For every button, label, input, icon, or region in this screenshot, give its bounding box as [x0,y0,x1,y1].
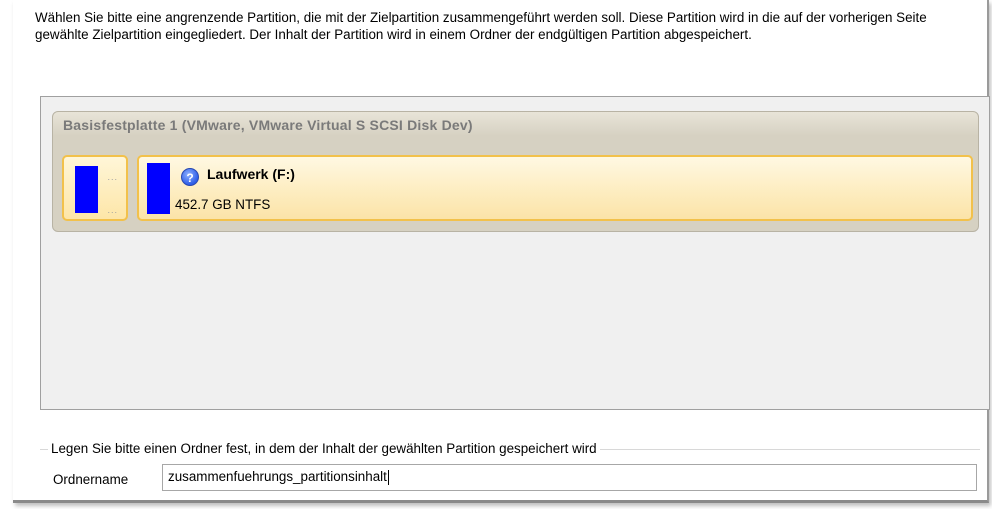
folder-group: Legen Sie bitte einen Ordner fest, in de… [40,440,990,498]
merge-partition-dialog: Wählen Sie bitte eine angrenzende Partit… [13,0,990,503]
folder-name-label: Ordnername [53,472,129,487]
partition-usage-bar [75,166,98,213]
disk-row: Basisfestplatte 1 (VMware, VMware Virtua… [52,111,979,232]
partition-dots-bottom: ... [107,205,118,215]
instructions-text: Wählen Sie bitte eine angrenzende Partit… [35,10,927,42]
partition-unallocated[interactable]: ... ... [62,155,128,221]
partition-dots-top: ... [107,172,118,182]
disk-title: Basisfestplatte 1 (VMware, VMware Virtua… [63,117,473,133]
help-icon: ? [181,168,199,186]
text-caret [387,469,389,485]
partition-name: Laufwerk (F:) [207,166,295,182]
partition-laufwerk-f[interactable]: ? Laufwerk (F:) 452.7 GB NTFS [137,155,973,221]
partition-size: 452.7 GB NTFS [175,197,271,212]
partition-usage-bar [147,163,170,214]
folder-group-label: Legen Sie bitte einen Ordner fest, in de… [48,441,600,456]
folder-name-input[interactable]: zusammenfuehrungs_partitionsinhalt [162,464,977,491]
disk-map-panel: Basisfestplatte 1 (VMware, VMware Virtua… [40,96,990,410]
folder-name-value: zusammenfuehrungs_partitionsinhalt [168,469,387,484]
